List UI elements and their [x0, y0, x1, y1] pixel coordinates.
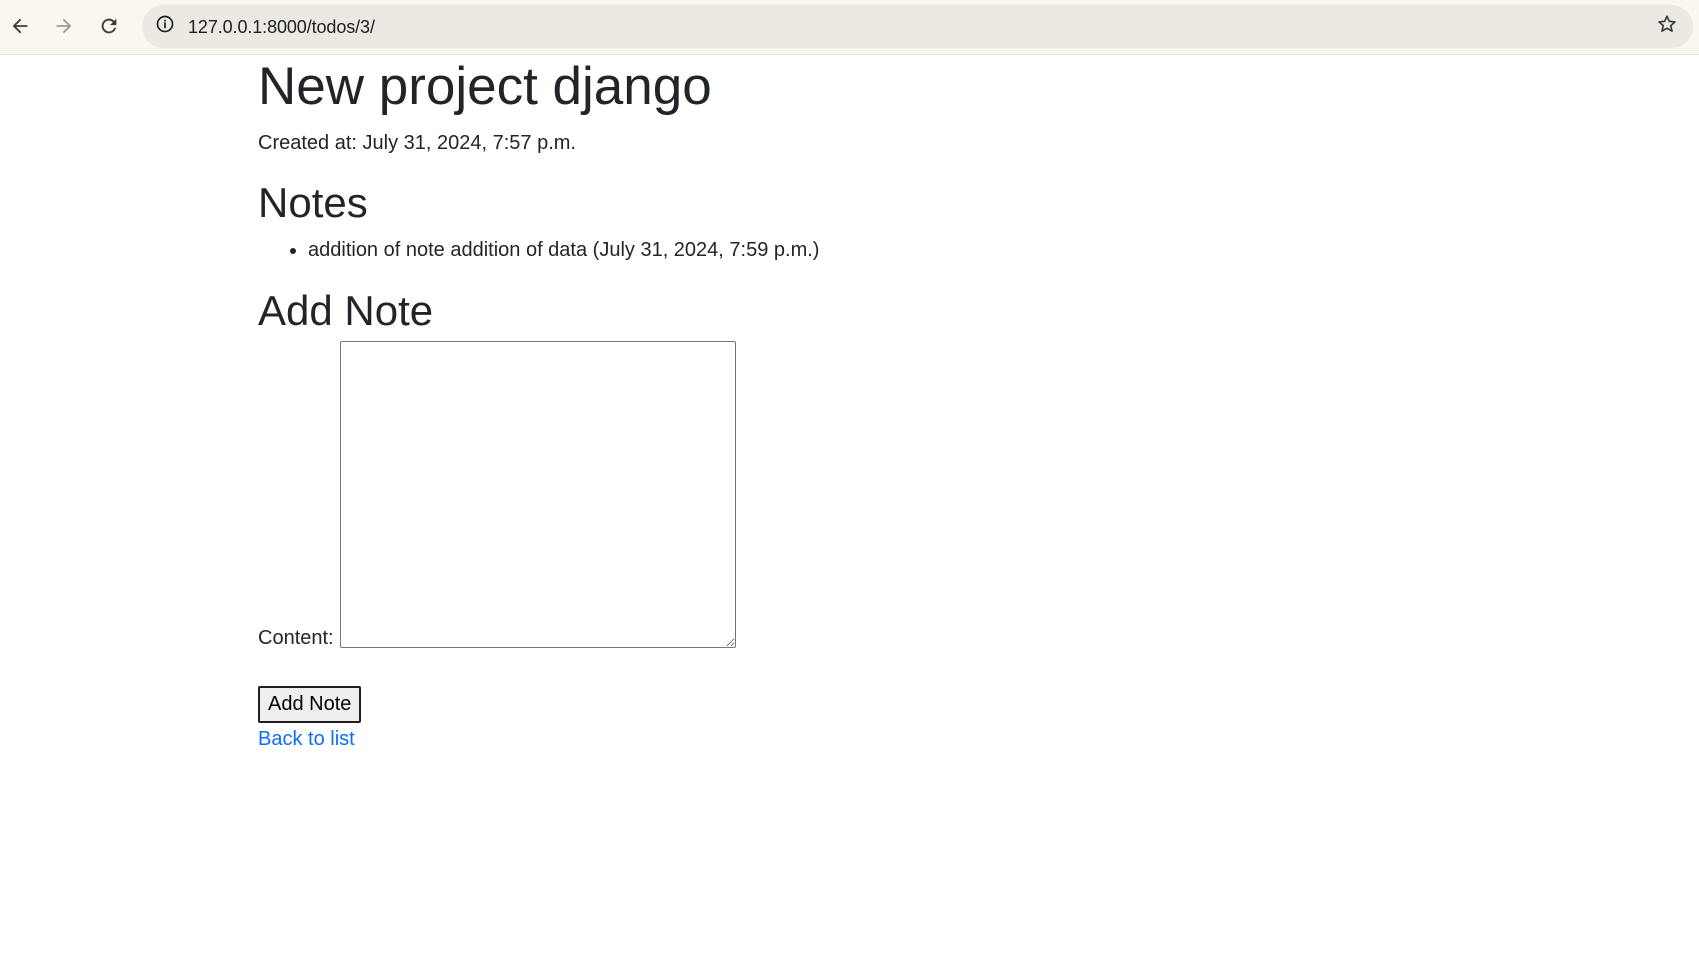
url-text[interactable]: 127.0.0.1:8000/todos/3/ [188, 17, 375, 38]
star-icon [1656, 13, 1678, 40]
add-note-button[interactable]: Add Note [258, 686, 362, 723]
add-note-heading: Add Note [258, 287, 434, 334]
arrow-left-icon [9, 15, 31, 37]
notes-heading: Notes [258, 179, 368, 226]
page-title: New project django [258, 57, 712, 116]
reload-icon [98, 15, 120, 37]
bookmark-button[interactable] [1652, 12, 1681, 41]
created-at-text: Created at: July 31, 2024, 7:57 p.m. [258, 132, 576, 154]
address-bar[interactable]: 127.0.0.1:8000/todos/3/ [142, 5, 1693, 48]
note-item: addition of note addition of data (July … [308, 235, 819, 265]
notes-list: addition of note addition of data (July … [258, 235, 819, 265]
info-icon [155, 14, 175, 39]
reload-button[interactable] [91, 8, 127, 44]
content-label: Content: [258, 627, 334, 649]
content-field-row: Content: [258, 341, 736, 649]
arrow-right-icon [53, 15, 75, 37]
content-textarea[interactable] [339, 341, 736, 648]
back-to-list-link[interactable]: Back to list [258, 725, 355, 753]
browser-toolbar: 127.0.0.1:8000/todos/3/ [0, 0, 1699, 55]
back-button[interactable] [2, 8, 38, 44]
forward-button[interactable] [46, 8, 82, 44]
site-info-button[interactable] [150, 12, 179, 41]
